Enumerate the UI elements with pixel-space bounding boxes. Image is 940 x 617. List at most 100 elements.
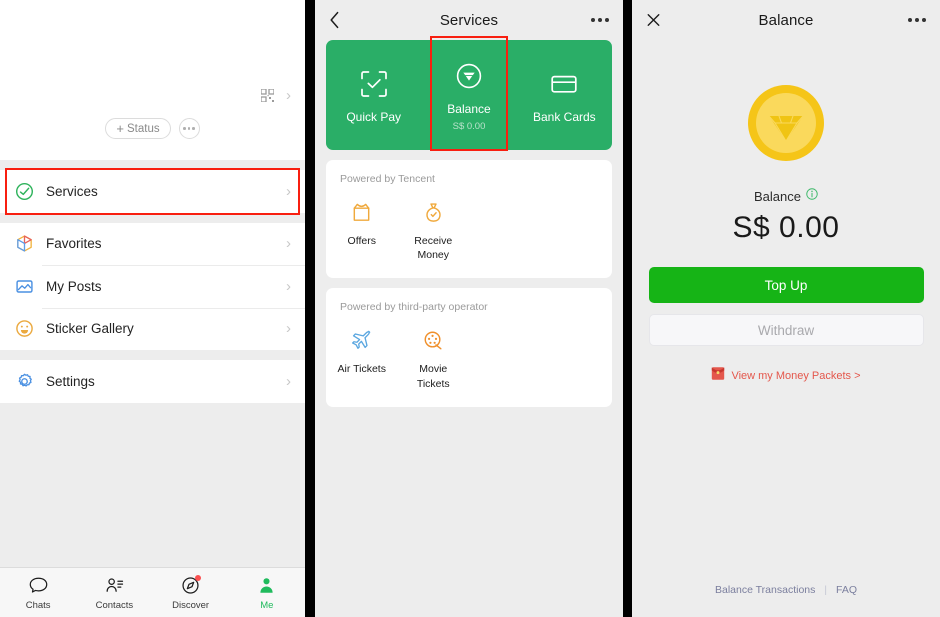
- tile-label: Movie Tickets: [416, 363, 450, 390]
- quick-pay-scan-icon: [357, 67, 391, 101]
- tab-discover[interactable]: Discover: [153, 574, 229, 611]
- discover-compass-icon: [180, 574, 202, 597]
- tab-label: Chats: [25, 599, 51, 611]
- balance-button[interactable]: Balance S$ 0.00: [421, 35, 516, 151]
- sidebar-item-settings[interactable]: Settings ›: [0, 360, 305, 403]
- movie-tickets-reel-icon: [420, 327, 446, 353]
- services-check-circle-icon: [13, 180, 35, 202]
- divider-gap: [0, 350, 305, 360]
- favorites-cube-icon: [13, 233, 35, 255]
- sidebar-item-favorites[interactable]: Favorites ›: [0, 222, 305, 265]
- tile-empty: [469, 327, 541, 390]
- faq-link[interactable]: FAQ: [836, 584, 857, 596]
- chevron-right-icon: ›: [286, 235, 291, 253]
- status-button[interactable]: + Status: [105, 118, 171, 139]
- section-title: Powered by Tencent: [340, 173, 435, 185]
- page-title: Balance: [758, 11, 814, 29]
- info-circle-icon[interactable]: [806, 187, 818, 205]
- bank-cards-icon: [547, 67, 581, 101]
- my-posts-photo-icon: [13, 275, 35, 297]
- more-dots-icon[interactable]: [908, 18, 926, 22]
- top-up-button[interactable]: Top Up: [648, 267, 924, 303]
- balance-body: Balance S$ 0.00 Top Up Withdraw View my …: [632, 40, 940, 386]
- tile-empty: [469, 199, 541, 262]
- balance-label: Balance: [754, 188, 801, 204]
- withdraw-button[interactable]: Withdraw: [648, 314, 924, 346]
- bank-cards-button[interactable]: Bank Cards: [517, 67, 612, 124]
- receive-money-bag-icon: [420, 199, 446, 225]
- tile-air-tickets[interactable]: Air Tickets: [326, 327, 398, 390]
- sidebar-item-label: Services: [46, 183, 98, 199]
- screenshot-stage: › + Status Services › Favorites › My Pos…: [0, 0, 940, 617]
- divider-gap: [0, 212, 305, 223]
- tile-grid: Air Tickets Movie Tickets: [326, 313, 612, 390]
- chevron-right-icon: ›: [286, 320, 291, 338]
- sidebar-item-services[interactable]: Services ›: [0, 170, 305, 213]
- air-tickets-plane-icon: [349, 327, 375, 353]
- back-chevron-icon[interactable]: [329, 11, 340, 29]
- status-label: Status: [126, 122, 160, 135]
- balance-amount: S$ 0.00: [452, 120, 486, 132]
- sticker-gallery-smiley-icon: [13, 318, 35, 340]
- chevron-right-icon: ›: [286, 182, 291, 200]
- divider-gap: [0, 160, 305, 170]
- sidebar-item-sticker-gallery[interactable]: Sticker Gallery ›: [0, 307, 305, 350]
- tile-receive-money[interactable]: Receive Money: [398, 199, 470, 262]
- balance-amount: S$ 0.00: [732, 211, 840, 244]
- wallet-quick-actions-card: Quick Pay Balance S$ 0.00 Bank Cards: [326, 35, 612, 151]
- close-x-icon[interactable]: [646, 13, 661, 28]
- tile-movie-tickets[interactable]: Movie Tickets: [398, 327, 470, 390]
- more-dots-icon[interactable]: [591, 18, 609, 22]
- quick-pay-button[interactable]: Quick Pay: [326, 67, 421, 124]
- tile-label: Offers: [347, 235, 376, 247]
- chevron-right-icon: ›: [286, 277, 291, 295]
- balance-transactions-link[interactable]: Balance Transactions: [715, 584, 815, 596]
- offers-gift-icon: [349, 199, 375, 225]
- gold-coin-gem-icon: [747, 84, 825, 167]
- page-title: Services: [439, 11, 499, 29]
- contacts-person-list-icon: [103, 575, 125, 597]
- profile-header: › + Status: [0, 0, 305, 160]
- section-third-party: Powered by third-party operator Air Tick…: [326, 288, 612, 407]
- balance-navbar: Balance: [632, 0, 940, 40]
- tile-label: Receive Money: [414, 235, 453, 262]
- view-money-packets-link[interactable]: View my Money Packets >: [711, 366, 861, 386]
- menu-group-settings: Settings ›: [0, 360, 305, 403]
- tab-me[interactable]: Me: [229, 575, 305, 611]
- footer-separator: |: [824, 584, 827, 596]
- section-title: Powered by third-party operator: [340, 301, 488, 314]
- balance-label: Balance: [447, 101, 491, 116]
- chats-bubble-icon: [27, 575, 49, 597]
- money-packets-label: View my Money Packets >: [731, 370, 861, 382]
- balance-footer: Balance Transactions | FAQ: [632, 584, 940, 596]
- section-tencent: Powered by Tencent Offers Receive Money: [326, 160, 612, 279]
- sidebar-item-my-posts[interactable]: My Posts ›: [0, 265, 305, 308]
- tab-chats[interactable]: Chats: [0, 575, 76, 611]
- tile-empty: [541, 199, 613, 262]
- red-packet-icon: [711, 366, 725, 386]
- tab-contacts[interactable]: Contacts: [76, 575, 152, 611]
- qr-code-icon[interactable]: [260, 88, 275, 103]
- sidebar-item-label: Sticker Gallery: [46, 321, 134, 337]
- services-body: Quick Pay Balance S$ 0.00 Bank Cards Pow…: [315, 35, 623, 407]
- services-panel: Services Quick Pay Balance S$ 0.00 Bank …: [315, 0, 623, 617]
- balance-label-row: Balance: [754, 187, 818, 205]
- balance-gem-circle-icon: [452, 59, 486, 93]
- sidebar-item-label: My Posts: [46, 278, 102, 294]
- services-navbar: Services: [315, 0, 623, 40]
- tile-offers[interactable]: Offers: [326, 199, 398, 262]
- settings-gear-icon: [13, 370, 35, 392]
- menu-group-services: Services ›: [0, 168, 305, 215]
- quick-pay-label: Quick Pay: [346, 109, 401, 124]
- balance-highlight-box: [430, 35, 508, 151]
- qr-row[interactable]: ›: [260, 88, 291, 103]
- tab-label: Discover: [172, 599, 210, 611]
- tab-label: Contacts: [95, 599, 134, 611]
- discover-badge-dot: [194, 574, 201, 581]
- status-plus-icon: +: [116, 121, 124, 136]
- bank-cards-label: Bank Cards: [532, 109, 596, 124]
- status-row: + Status: [0, 118, 305, 139]
- balance-panel: Balance Balance S$ 0.00 Top Up Withdraw …: [632, 0, 940, 617]
- status-more-button[interactable]: [178, 118, 200, 139]
- tile-grid: Offers Receive Money: [326, 185, 612, 262]
